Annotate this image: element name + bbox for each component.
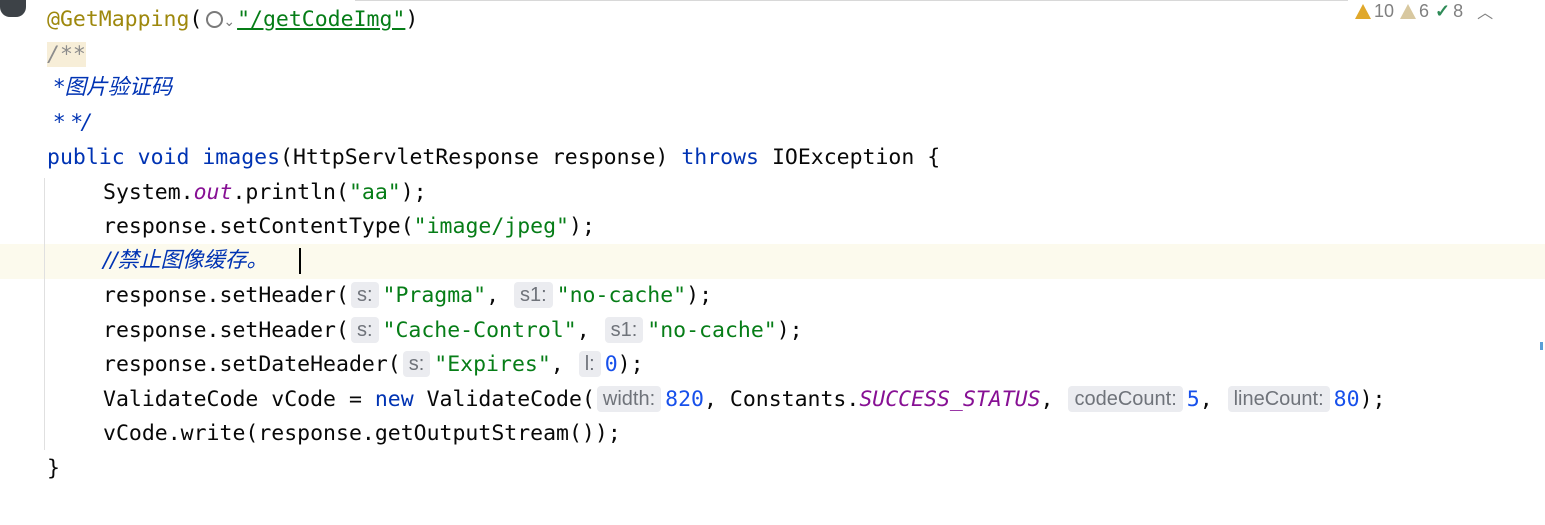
keyword-throws: throws (681, 145, 759, 170)
code-line-2[interactable]: /** (47, 38, 86, 72)
method-name: images (202, 145, 281, 170)
string-literal: "image/jpeg" (413, 214, 570, 239)
code-text: response.setDateHeader( (103, 352, 401, 377)
gutter-marker (0, 0, 26, 17)
doc-comment-end: * */ (47, 110, 90, 135)
code-text: , (1040, 387, 1054, 412)
number-literal: 0 (604, 352, 618, 377)
code-line-5[interactable]: public void images(HttpServletResponse r… (47, 141, 940, 175)
exception-type: IOException { (771, 145, 941, 170)
param-hint: s1: (604, 317, 644, 343)
weak-warning-icon (1400, 3, 1417, 19)
mapping-path-link[interactable]: "/getCodeImg" (237, 7, 405, 32)
code-text: response.setHeader( (103, 283, 349, 308)
code-line-13[interactable]: vCode.write(response.getOutputStream()); (103, 417, 621, 451)
code-text: response.setHeader( (103, 318, 349, 343)
param-hint: codeCount: (1068, 386, 1183, 412)
static-field: SUCCESS_STATUS (859, 387, 1041, 412)
code-line-9[interactable]: response.setHeader(s: "Pragma", s1: "no-ca… (103, 279, 712, 313)
annotation-getmapping: @GetMapping (47, 7, 190, 32)
param-hint: lineCount: (1227, 386, 1330, 412)
code-text: , (550, 352, 564, 377)
keyword-public: public (47, 145, 125, 170)
string-literal: "no-cache" (647, 318, 777, 343)
code-line-6[interactable]: System.out.println("aa"); (103, 176, 427, 210)
closing-brace: } (47, 456, 60, 481)
code-text: response.setContentType( (103, 214, 414, 239)
code-line-7[interactable]: response.setContentType("image/jpeg"); (103, 210, 595, 244)
string-literal: "Expires" (434, 352, 551, 377)
typo-check-icon: ✓ (1435, 0, 1451, 21)
param-hint: s: (350, 282, 379, 308)
code-line-14[interactable]: } (47, 452, 60, 486)
param-hint: s1: (513, 282, 553, 308)
weak-warnings-indicator[interactable]: 6 (1400, 1, 1429, 22)
code-line-1[interactable]: @GetMapping( ⌄"/getCodeImg") (47, 3, 418, 37)
paren: ) (405, 7, 419, 32)
code-text: ); (617, 352, 644, 377)
editor-top-border (355, 0, 1348, 1)
typos-indicator[interactable]: ✓ 8 (1435, 1, 1463, 22)
string-literal: "Cache-Control" (382, 318, 577, 343)
number-literal: 5 (1186, 387, 1200, 412)
code-text: , (486, 283, 500, 308)
doc-comment-text: *图片验证码 (47, 75, 173, 100)
param-hint: s: (402, 351, 431, 377)
warnings-indicator[interactable]: 10 (1355, 1, 1394, 22)
weak-warnings-count: 6 (1419, 0, 1430, 21)
code-text: vCode.write(response.getOutputStream()); (103, 421, 621, 446)
warnings-count: 10 (1374, 0, 1395, 21)
keyword-void: void (137, 145, 190, 170)
code-text: System. (103, 180, 194, 205)
typos-count: 8 (1453, 0, 1464, 21)
code-line-11[interactable]: response.setDateHeader(s: "Expires", l: 0)… (103, 348, 644, 382)
indent-guide (44, 178, 45, 450)
static-field: out (193, 180, 233, 205)
keyword-new: new (374, 387, 414, 412)
code-text: , Constants. (703, 387, 860, 412)
scrollbar-marker[interactable] (1540, 342, 1543, 350)
code-line-3[interactable]: *图片验证码 (47, 71, 172, 105)
param-hint: s: (350, 317, 379, 343)
code-text: ValidateCode vCode = (103, 387, 375, 412)
code-text: ValidateCode( (413, 387, 595, 412)
code-line-12[interactable]: ValidateCode vCode = new ValidateCode(wi… (103, 383, 1385, 417)
inspection-widget[interactable]: 10 6 ✓ 8 ︿ (1355, 0, 1545, 22)
code-line-4[interactable]: * */ (47, 106, 90, 140)
code-text: ); (776, 318, 803, 343)
globe-icon[interactable] (206, 11, 224, 28)
string-literal: "aa" (348, 180, 401, 205)
code-line-10[interactable]: response.setHeader(s: "Cache-Control", s1… (103, 314, 803, 348)
number-literal: 80 (1333, 387, 1360, 412)
string-literal: "Pragma" (382, 283, 487, 308)
code-text: ); (686, 283, 713, 308)
code-text: .println( (232, 180, 349, 205)
param-hint: width: (596, 386, 662, 412)
param-hint: l: (578, 351, 601, 377)
code-text: , (576, 318, 590, 343)
doc-comment-start: /** (47, 42, 86, 67)
chevron-down-icon[interactable]: ⌄ (223, 14, 235, 30)
text-caret (299, 248, 301, 274)
code-text: , (1199, 387, 1213, 412)
code-line-8[interactable]: //禁止图像缓存。 (103, 244, 268, 278)
code-text: ); (569, 214, 595, 239)
warning-icon (1355, 3, 1371, 19)
number-literal: 820 (665, 387, 704, 412)
code-text: ); (1359, 387, 1386, 412)
line-comment: //禁止图像缓存。 (103, 248, 268, 273)
code-text: ); (400, 180, 427, 205)
chevron-up-icon[interactable]: ︿ (1477, 0, 1493, 23)
method-params: (HttpServletResponse response) (280, 145, 669, 170)
paren: ( (189, 7, 203, 32)
string-literal: "no-cache" (556, 283, 687, 308)
